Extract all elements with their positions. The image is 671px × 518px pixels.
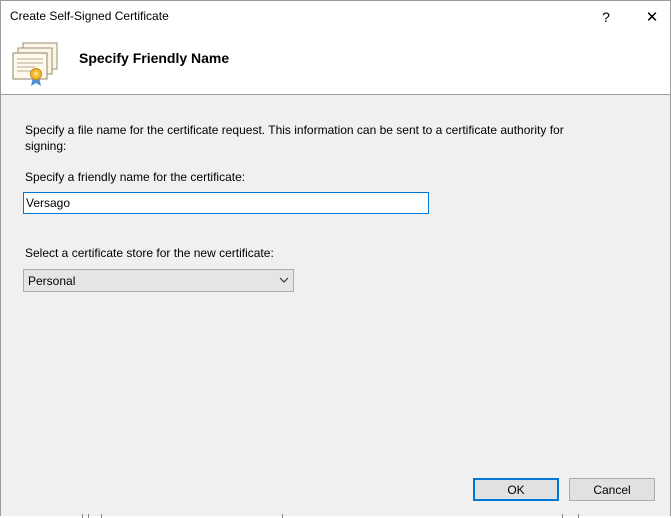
friendly-name-label: Specify a friendly name for the certific… [25, 170, 246, 184]
background-divider [562, 514, 563, 518]
cancel-button[interactable]: Cancel [569, 478, 655, 501]
wizard-header: Specify Friendly Name [1, 32, 670, 95]
description-text: Specify a file name for the certificate … [25, 123, 564, 153]
certificate-store-select[interactable]: Personal [23, 269, 294, 292]
background-divider [578, 514, 579, 518]
ok-button[interactable]: OK [473, 478, 559, 501]
certificate-icon [12, 42, 58, 86]
certificate-store-label: Select a certificate store for the new c… [25, 246, 274, 260]
window-title: Create Self-Signed Certificate [10, 9, 169, 23]
background-divider [88, 514, 89, 518]
help-button[interactable]: ? [583, 1, 629, 32]
certificate-dialog: Create Self-Signed Certificate ? ✕ Speci… [0, 0, 671, 518]
background-divider [282, 514, 283, 518]
chevron-down-icon [279, 277, 289, 283]
page-title: Specify Friendly Name [79, 50, 230, 66]
background-divider [82, 514, 83, 518]
certificate-store-value: Personal [28, 274, 76, 288]
background-divider [101, 514, 102, 518]
close-button[interactable]: ✕ [629, 1, 670, 32]
title-bar: Create Self-Signed Certificate ? ✕ [1, 1, 670, 32]
friendly-name-input[interactable] [23, 192, 429, 214]
